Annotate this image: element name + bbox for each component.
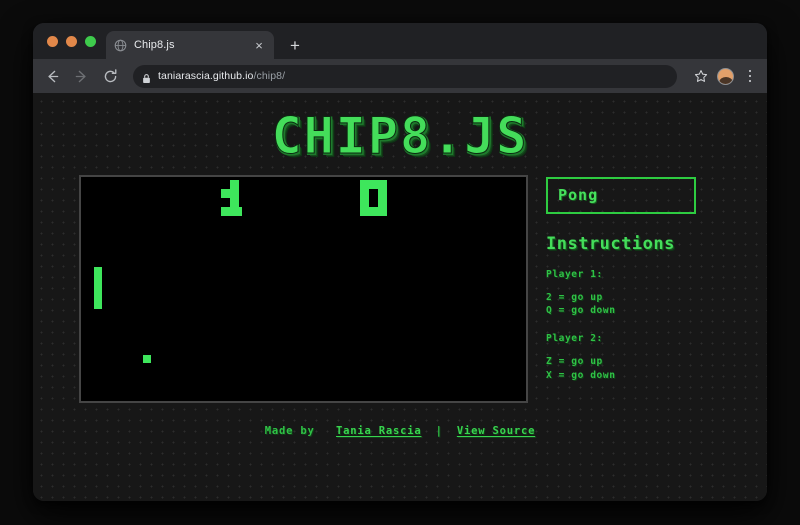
url-path: /chip8/ [253, 70, 286, 82]
main-content: Pong Instructions Player 1: 2 = go up Q =… [33, 163, 767, 403]
window-traffic-lights [43, 23, 106, 59]
url-host: taniarascia.github.io [158, 70, 254, 82]
instruction-group-player1: Player 1: 2 = go up Q = go down [546, 269, 727, 319]
page-viewport: CHIP8.JS Pong Instructions Player 1: 2 =… [33, 93, 767, 501]
new-tab-button[interactable]: + [286, 37, 304, 54]
footer-separator: | [435, 424, 443, 437]
window-close-button[interactable] [47, 35, 58, 47]
rom-selector[interactable]: Pong [546, 176, 696, 214]
toolbar-actions [688, 67, 757, 85]
key-line: 2 = go up [546, 291, 603, 303]
chip8-display-canvas[interactable] [79, 174, 528, 403]
instructions-heading: Instructions [546, 233, 675, 254]
globe-icon [114, 39, 127, 52]
instruction-keys: Z = go up X = go down [546, 355, 727, 383]
tab-title: Chip8.js [134, 39, 175, 51]
instruction-label: Player 2: [546, 333, 603, 345]
browser-window: Chip8.js × + taniarascia.github.io/chip8… [33, 23, 767, 501]
instruction-label: Player 1: [546, 268, 603, 280]
tab-strip: Chip8.js × + [33, 23, 767, 59]
footer: Made by Tania Rascia | View Source [33, 425, 767, 437]
three-dots-menu-icon[interactable] [743, 69, 757, 83]
ball [143, 354, 151, 363]
address-bar[interactable]: taniarascia.github.io/chip8/ [133, 64, 677, 88]
window-zoom-button[interactable] [85, 35, 96, 47]
url-text: taniarascia.github.io/chip8/ [158, 70, 285, 82]
window-minimize-button[interactable] [66, 35, 77, 47]
key-line: Q = go down [546, 305, 616, 317]
desktop-background: Chip8.js × + taniarascia.github.io/chip8… [0, 0, 800, 525]
avatar[interactable] [717, 67, 734, 85]
browser-tab[interactable]: Chip8.js × [106, 31, 274, 59]
star-icon[interactable] [694, 69, 708, 83]
key-line: Z = go up [546, 356, 603, 368]
browser-toolbar: taniarascia.github.io/chip8/ [33, 59, 767, 93]
sidebar: Pong Instructions Player 1: 2 = go up Q =… [546, 175, 727, 383]
game-canvas-wrapper [79, 174, 528, 403]
reload-icon[interactable] [101, 67, 119, 85]
close-icon[interactable]: × [252, 39, 266, 52]
arrow-right-icon [72, 67, 90, 85]
author-link[interactable]: Tania Rascia [336, 425, 421, 437]
paddle-left [94, 266, 102, 309]
footer-made-by-text: Made by [264, 424, 315, 437]
arrow-left-icon[interactable] [43, 67, 61, 85]
instruction-group-player2: Player 2: Z = go up X = go down [546, 333, 727, 383]
lock-icon [142, 71, 151, 83]
key-line: X = go down [546, 369, 616, 381]
page-title: CHIP8.JS [271, 107, 529, 165]
view-source-link[interactable]: View Source [457, 425, 535, 437]
instruction-keys: 2 = go up Q = go down [546, 291, 727, 319]
